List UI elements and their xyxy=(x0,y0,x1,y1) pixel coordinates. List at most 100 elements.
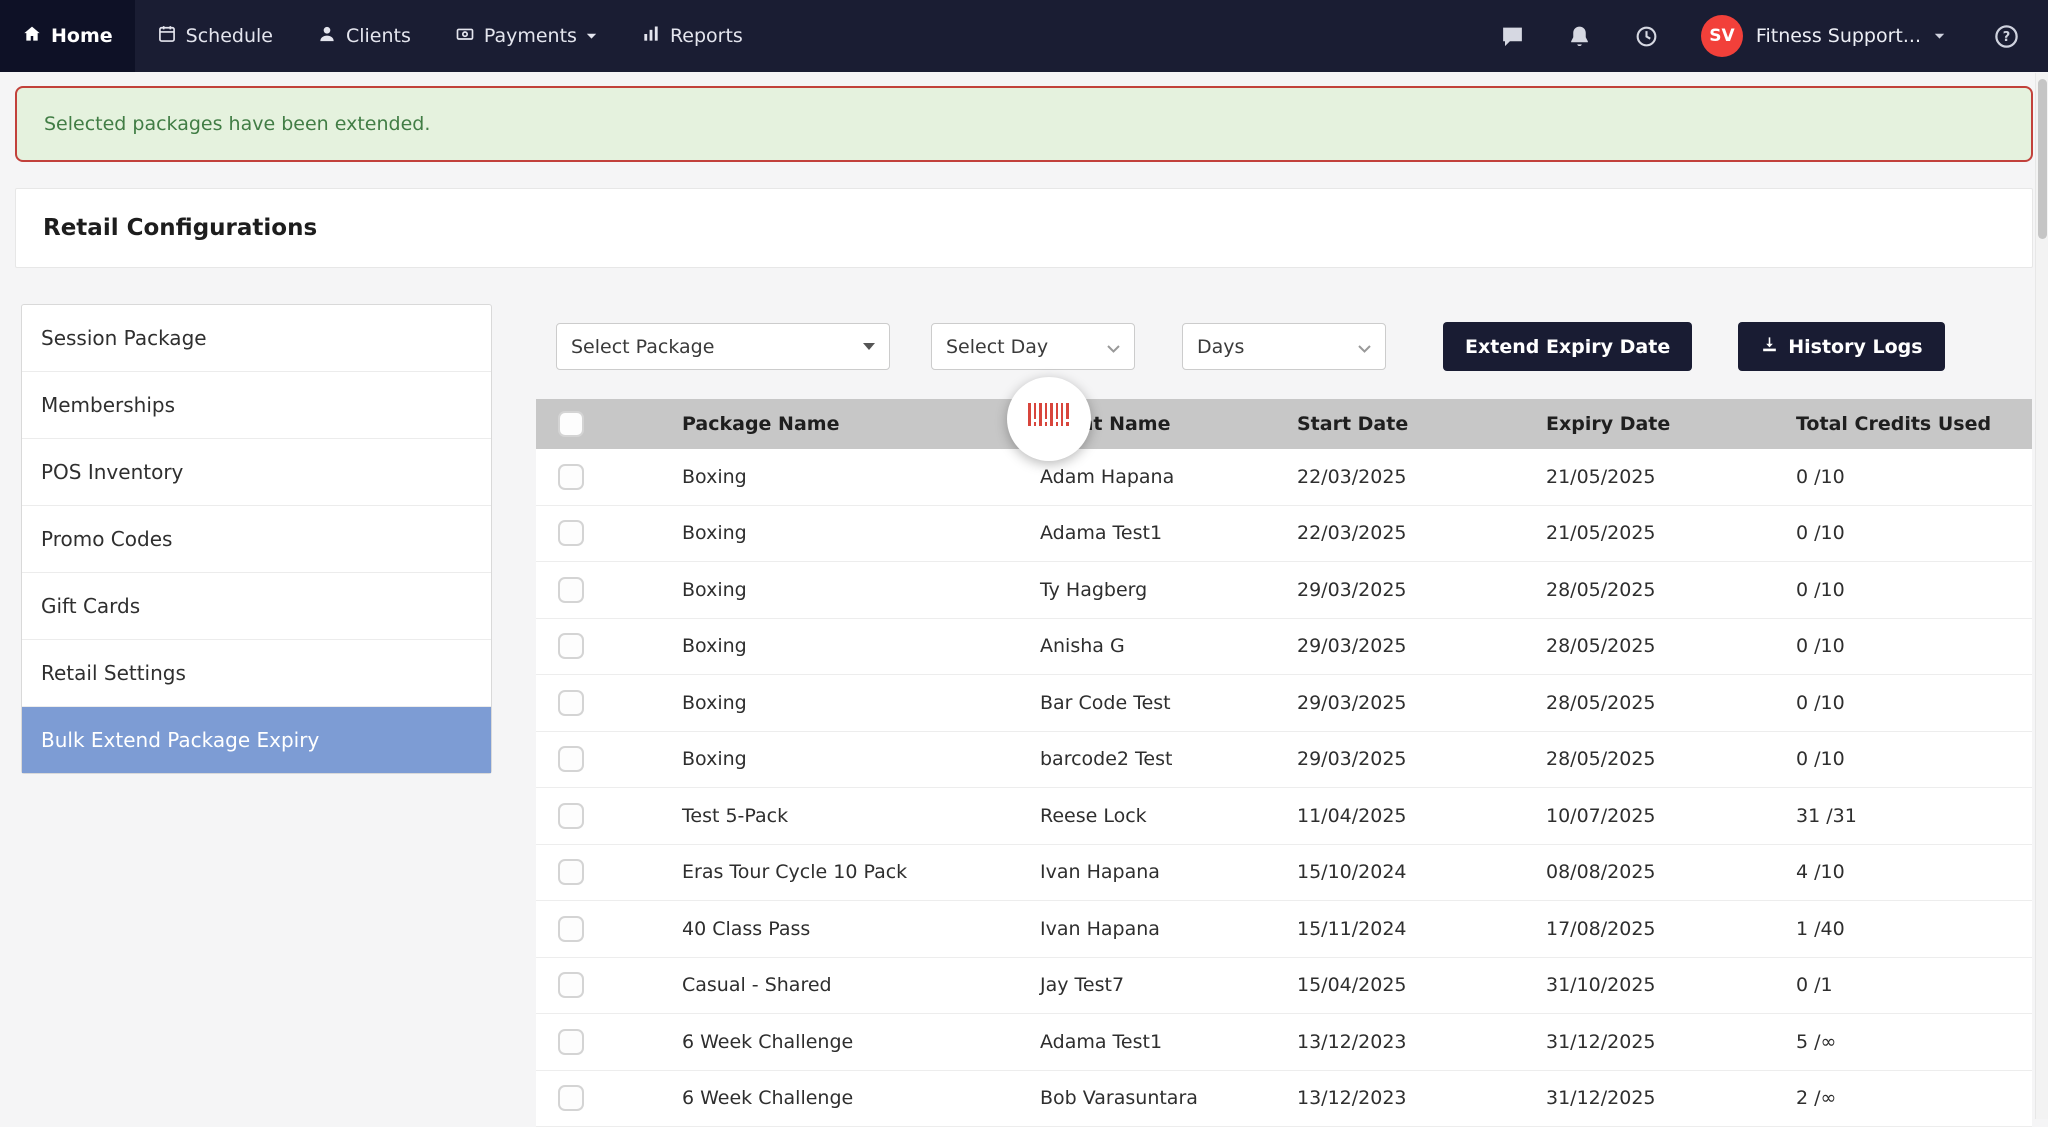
nav-label: Home xyxy=(51,25,113,47)
cell-total-credits-used: 0 /1 xyxy=(1796,974,2032,996)
cell-total-credits-used: 2 /∞ xyxy=(1796,1087,2032,1109)
cell-client-name: Jay Test7 xyxy=(1040,974,1297,996)
header-expiry-date: Expiry Date xyxy=(1546,413,1796,435)
row-checkbox[interactable] xyxy=(558,577,584,603)
cell-client-name: Ivan Hapana xyxy=(1040,918,1297,940)
main-panel: Select Package Select Day Days Extend Ex… xyxy=(536,304,2032,1127)
row-checkbox[interactable] xyxy=(558,1085,584,1111)
cell-package-name: Test 5-Pack xyxy=(682,805,1040,827)
package-select[interactable]: Select Package xyxy=(556,323,890,370)
table-row: Casual - Shared Jay Test7 15/04/2025 31/… xyxy=(536,958,2032,1015)
table-row: Boxing Anisha G 29/03/2025 28/05/2025 0 … xyxy=(536,619,2032,676)
row-checkbox[interactable] xyxy=(558,746,584,772)
cell-expiry-date: 08/08/2025 xyxy=(1546,861,1796,883)
cell-start-date: 29/03/2025 xyxy=(1297,579,1546,601)
cell-total-credits-used: 0 /10 xyxy=(1796,522,2032,544)
cell-client-name: Reese Lock xyxy=(1040,805,1297,827)
button-label: History Logs xyxy=(1788,336,1922,358)
cell-expiry-date: 10/07/2025 xyxy=(1546,805,1796,827)
cell-start-date: 15/10/2024 xyxy=(1297,861,1546,883)
cell-client-name: Adam Hapana xyxy=(1040,466,1297,488)
cell-expiry-date: 28/05/2025 xyxy=(1546,635,1796,657)
row-checkbox[interactable] xyxy=(558,464,584,490)
table-row: Eras Tour Cycle 10 Pack Ivan Hapana 15/1… xyxy=(536,845,2032,902)
sidebar-item-bulk-extend-package-expiry[interactable]: Bulk Extend Package Expiry xyxy=(22,707,491,773)
cell-package-name: Boxing xyxy=(682,635,1040,657)
sidebar-item-memberships[interactable]: Memberships xyxy=(22,372,491,439)
page-title-card: Retail Configurations xyxy=(15,188,2033,268)
cell-start-date: 29/03/2025 xyxy=(1297,635,1546,657)
cell-expiry-date: 28/05/2025 xyxy=(1546,692,1796,714)
cell-start-date: 29/03/2025 xyxy=(1297,748,1546,770)
cell-expiry-date: 21/05/2025 xyxy=(1546,466,1796,488)
sidebar-item-label: Memberships xyxy=(41,393,175,417)
nav-item-reports[interactable]: Reports xyxy=(619,0,765,72)
cell-start-date: 22/03/2025 xyxy=(1297,466,1546,488)
cell-client-name: Bar Code Test xyxy=(1040,692,1297,714)
cell-total-credits-used: 5 /∞ xyxy=(1796,1031,2032,1053)
avatar[interactable]: SV xyxy=(1701,15,1743,57)
cell-expiry-date: 17/08/2025 xyxy=(1546,918,1796,940)
table-row: Boxing Adam Hapana 22/03/2025 21/05/2025… xyxy=(536,449,2032,506)
cell-expiry-date: 31/12/2025 xyxy=(1546,1087,1796,1109)
nav-item-payments[interactable]: Payments xyxy=(433,0,619,72)
cell-package-name: Boxing xyxy=(682,579,1040,601)
nav-label: Payments xyxy=(484,25,577,47)
sidebar-item-promo-codes[interactable]: Promo Codes xyxy=(22,506,491,573)
cell-total-credits-used: 0 /10 xyxy=(1796,635,2032,657)
row-checkbox[interactable] xyxy=(558,633,584,659)
row-checkbox[interactable] xyxy=(558,803,584,829)
nav-label: Reports xyxy=(670,25,743,47)
row-checkbox[interactable] xyxy=(558,859,584,885)
alert-message: Selected packages have been extended. xyxy=(44,113,430,135)
sidebar-item-label: Bulk Extend Package Expiry xyxy=(41,728,319,752)
table-row: Boxing barcode2 Test 29/03/2025 28/05/20… xyxy=(536,732,2032,789)
cell-client-name: Adama Test1 xyxy=(1040,1031,1297,1053)
day-select[interactable]: Select Day xyxy=(931,323,1135,370)
history-logs-button[interactable]: History Logs xyxy=(1738,322,1944,371)
settings-sidebar: Session Package Memberships POS Inventor… xyxy=(21,304,492,774)
cell-start-date: 29/03/2025 xyxy=(1297,692,1546,714)
cell-start-date: 13/12/2023 xyxy=(1297,1087,1546,1109)
sidebar-item-session-package[interactable]: Session Package xyxy=(22,305,491,372)
nav-item-home[interactable]: Home xyxy=(0,0,135,72)
chevron-down-icon xyxy=(586,33,597,40)
page-title: Retail Configurations xyxy=(43,215,2005,241)
chevron-down-icon xyxy=(1934,33,1945,40)
sidebar-item-label: Promo Codes xyxy=(41,527,172,551)
cell-expiry-date: 28/05/2025 xyxy=(1546,579,1796,601)
row-checkbox[interactable] xyxy=(558,690,584,716)
cell-total-credits-used: 0 /10 xyxy=(1796,466,2032,488)
scrollbar-thumb[interactable] xyxy=(2038,79,2047,239)
cell-package-name: Boxing xyxy=(682,748,1040,770)
bar-chart-icon xyxy=(641,24,661,49)
cell-client-name: Adama Test1 xyxy=(1040,522,1297,544)
cell-package-name: 6 Week Challenge xyxy=(682,1087,1040,1109)
row-checkbox[interactable] xyxy=(558,1029,584,1055)
nav-item-clients[interactable]: Clients xyxy=(295,0,433,72)
table-row: Boxing Adama Test1 22/03/2025 21/05/2025… xyxy=(536,506,2032,563)
row-checkbox[interactable] xyxy=(558,520,584,546)
cell-client-name: Anisha G xyxy=(1040,635,1297,657)
dropdown-arrow-icon xyxy=(863,343,875,350)
cell-total-credits-used: 1 /40 xyxy=(1796,918,2032,940)
clock-icon[interactable] xyxy=(1634,24,1659,49)
account-label: Fitness Support... xyxy=(1756,25,1921,47)
question-circle-icon[interactable]: ? xyxy=(1993,23,2020,50)
sidebar-item-gift-cards[interactable]: Gift Cards xyxy=(22,573,491,640)
sidebar-item-retail-settings[interactable]: Retail Settings xyxy=(22,640,491,707)
extend-expiry-date-button[interactable]: Extend Expiry Date xyxy=(1443,322,1692,371)
account-menu[interactable]: SV Fitness Support... xyxy=(1701,15,1945,57)
sidebar-item-pos-inventory[interactable]: POS Inventory xyxy=(22,439,491,506)
days-select[interactable]: Days xyxy=(1182,323,1386,370)
filters-row: Select Package Select Day Days Extend Ex… xyxy=(536,322,2032,371)
sidebar-item-label: POS Inventory xyxy=(41,460,183,484)
row-checkbox[interactable] xyxy=(558,916,584,942)
download-icon xyxy=(1760,335,1779,359)
nav-item-schedule[interactable]: Schedule xyxy=(135,0,295,72)
select-all-checkbox[interactable] xyxy=(558,411,584,437)
row-checkbox[interactable] xyxy=(558,972,584,998)
chat-icon[interactable] xyxy=(1500,24,1525,49)
scrollbar-track[interactable] xyxy=(2035,73,2048,1119)
bell-icon[interactable] xyxy=(1567,24,1592,49)
